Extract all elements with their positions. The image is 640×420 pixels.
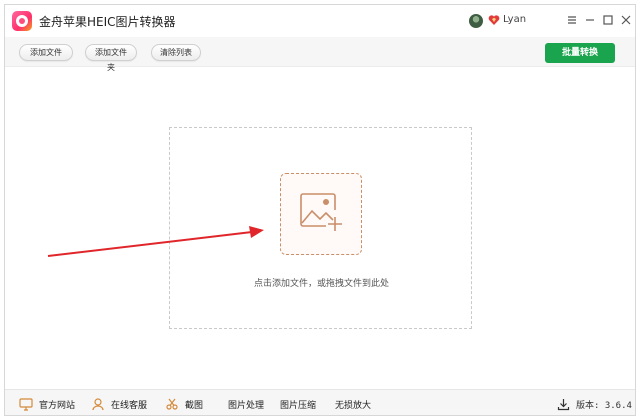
image-processing-label: 图片处理	[228, 400, 265, 411]
lossless-enlarge-label: 无损放大	[335, 400, 372, 411]
title-bar: 金舟苹果HEIC图片转换器 Lyan	[5, 5, 635, 37]
screenshot-link[interactable]: 截图	[165, 396, 203, 412]
user-headset-icon	[92, 398, 104, 411]
online-support-link[interactable]: 在线客服	[91, 396, 147, 412]
maximize-icon[interactable]	[599, 11, 617, 29]
add-folder-button[interactable]: 添加文件夹	[85, 44, 137, 72]
version-label: 版本: 3.6.4	[576, 400, 632, 411]
user-avatar[interactable]	[469, 14, 483, 28]
version-info[interactable]: 版本: 3.6.4	[557, 396, 632, 412]
image-compress-link[interactable]: 图片压缩	[280, 396, 316, 412]
drop-hint-text: 点击添加文件，或拖拽文件到此处	[253, 279, 389, 289]
minimize-icon[interactable]	[581, 11, 599, 29]
online-support-label: 在线客服	[111, 400, 148, 411]
lossless-enlarge-link[interactable]: 无损放大	[335, 396, 371, 412]
official-site-label: 官方网站	[39, 400, 76, 411]
add-file-button[interactable]: 添加文件	[19, 44, 73, 61]
menu-icon[interactable]	[563, 11, 581, 29]
toolbar: 添加文件 添加文件夹 清除列表 批量转换	[5, 37, 635, 72]
user-name[interactable]: Lyan	[503, 14, 526, 25]
app-title: 金舟苹果HEIC图片转换器	[39, 15, 176, 29]
monitor-icon	[19, 398, 33, 411]
clear-list-button[interactable]: 清除列表	[151, 44, 201, 61]
close-icon[interactable]	[617, 11, 635, 29]
vip-heart-icon	[488, 15, 500, 25]
scissors-icon	[166, 398, 178, 410]
official-site-link[interactable]: 官方网站	[19, 396, 75, 412]
download-icon	[557, 398, 570, 410]
image-compress-label: 图片压缩	[280, 400, 317, 411]
app-window: 金舟苹果HEIC图片转换器 Lyan 添加文件 添加文件夹 清除列表 批量转换	[4, 4, 636, 416]
image-add-icon	[300, 193, 342, 231]
add-image-button[interactable]	[280, 173, 362, 255]
screenshot-label: 截图	[185, 400, 204, 411]
file-drop-zone[interactable]: 点击添加文件，或拖拽文件到此处	[169, 127, 472, 329]
bottom-bar: 官方网站 在线客服 截图 图片处理 图片压缩 无损放大 版本: 3.6.4	[5, 389, 635, 415]
batch-convert-button[interactable]: 批量转换	[545, 43, 615, 63]
image-processing-link[interactable]: 图片处理	[228, 396, 264, 412]
app-logo-icon	[12, 11, 32, 31]
